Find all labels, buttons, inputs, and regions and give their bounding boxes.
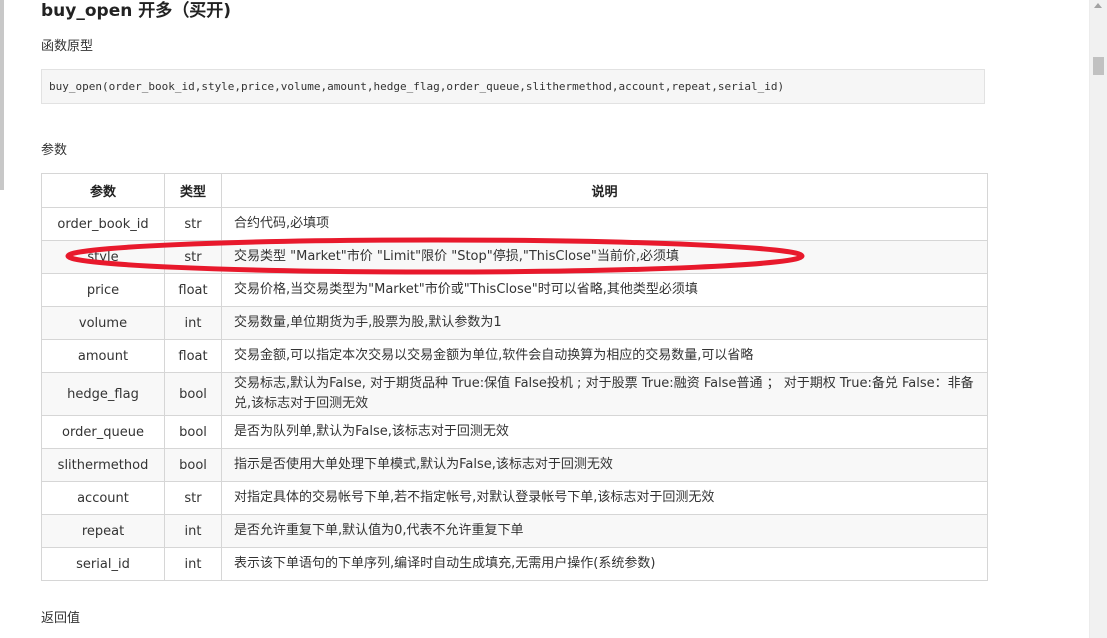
- table-row: price float 交易价格,当交易类型为"Market"市价或"ThisC…: [41, 273, 988, 307]
- param-name: serial_id: [41, 547, 165, 581]
- table-row: account str 对指定具体的交易帐号下单,若不指定帐号,对默认登录帐号下…: [41, 481, 988, 515]
- table-row: volume int 交易数量,单位期货为手,股票为股,默认参数为1: [41, 306, 988, 340]
- chevron-up-icon[interactable]: [1094, 3, 1102, 8]
- table-row: style str 交易类型 "Market"市价 "Limit"限价 "Sto…: [41, 240, 988, 274]
- table-row: order_book_id str 合约代码,必填项: [41, 207, 988, 241]
- code-block: buy_open(order_book_id,style,price,volum…: [41, 69, 985, 104]
- param-name: order_book_id: [41, 207, 165, 241]
- param-type: str: [164, 481, 222, 515]
- param-type: bool: [164, 415, 222, 449]
- param-type: bool: [164, 372, 222, 416]
- param-name: repeat: [41, 514, 165, 548]
- param-desc: 交易数量,单位期货为手,股票为股,默认参数为1: [221, 306, 988, 340]
- scrollbar-thumb[interactable]: [1093, 57, 1104, 75]
- table-row: repeat int 是否允许重复下单,默认值为0,代表不允许重复下单: [41, 514, 988, 548]
- param-desc: 是否允许重复下单,默认值为0,代表不允许重复下单: [221, 514, 988, 548]
- table-row: amount float 交易金额,可以指定本次交易以交易金额为单位,软件会自动…: [41, 339, 988, 373]
- table-header-name: 参数: [41, 173, 165, 208]
- table-row: slithermethod bool 指示是否使用大单处理下单模式,默认为Fal…: [41, 448, 988, 482]
- param-name: hedge_flag: [41, 372, 165, 416]
- param-type: float: [164, 273, 222, 307]
- param-desc: 交易价格,当交易类型为"Market"市价或"ThisClose"时可以省略,其…: [221, 273, 988, 307]
- table-header-desc: 说明: [221, 173, 988, 208]
- param-type: bool: [164, 448, 222, 482]
- param-desc: 表示该下单语句的下单序列,编译时自动生成填充,无需用户操作(系统参数): [221, 547, 988, 581]
- param-desc: 合约代码,必填项: [221, 207, 988, 241]
- table-row: order_queue bool 是否为队列单,默认为False,该标志对于回测…: [41, 415, 988, 449]
- section-label-params: 参数: [41, 143, 68, 158]
- param-type: float: [164, 339, 222, 373]
- param-type: int: [164, 514, 222, 548]
- table-header-type: 类型: [164, 173, 222, 208]
- param-type: int: [164, 547, 222, 581]
- left-edge-bar: [0, 0, 4, 190]
- param-name: price: [41, 273, 165, 307]
- param-name: volume: [41, 306, 165, 340]
- param-desc: 交易金额,可以指定本次交易以交易金额为单位,软件会自动换算为相应的交易数量,可以…: [221, 339, 988, 373]
- table-header-row: 参数 类型 说明: [41, 173, 988, 208]
- table-row: serial_id int 表示该下单语句的下单序列,编译时自动生成填充,无需用…: [41, 547, 988, 581]
- section-label-returns: 返回值: [41, 611, 81, 626]
- scrollbar[interactable]: [1090, 0, 1107, 638]
- param-type: int: [164, 306, 222, 340]
- param-name: amount: [41, 339, 165, 373]
- param-desc: 对指定具体的交易帐号下单,若不指定帐号,对默认登录帐号下单,该标志对于回测无效: [221, 481, 988, 515]
- param-desc: 指示是否使用大单处理下单模式,默认为False,该标志对于回测无效: [221, 448, 988, 482]
- section-label-prototype: 函数原型: [41, 39, 94, 54]
- param-desc: 交易类型 "Market"市价 "Limit"限价 "Stop"停损,"This…: [221, 240, 988, 274]
- param-type: str: [164, 240, 222, 274]
- params-table: 参数 类型 说明 order_book_id str 合约代码,必填项 styl…: [41, 173, 988, 581]
- param-name: style: [41, 240, 165, 274]
- page-title: buy_open 开多（买开): [41, 1, 232, 21]
- param-name: slithermethod: [41, 448, 165, 482]
- param-name: account: [41, 481, 165, 515]
- param-name: order_queue: [41, 415, 165, 449]
- param-desc: 是否为队列单,默认为False,该标志对于回测无效: [221, 415, 988, 449]
- table-row: hedge_flag bool 交易标志,默认为False, 对于期货品种 Tr…: [41, 372, 988, 416]
- param-desc: 交易标志,默认为False, 对于期货品种 True:保值 False投机 ; …: [221, 372, 988, 416]
- param-type: str: [164, 207, 222, 241]
